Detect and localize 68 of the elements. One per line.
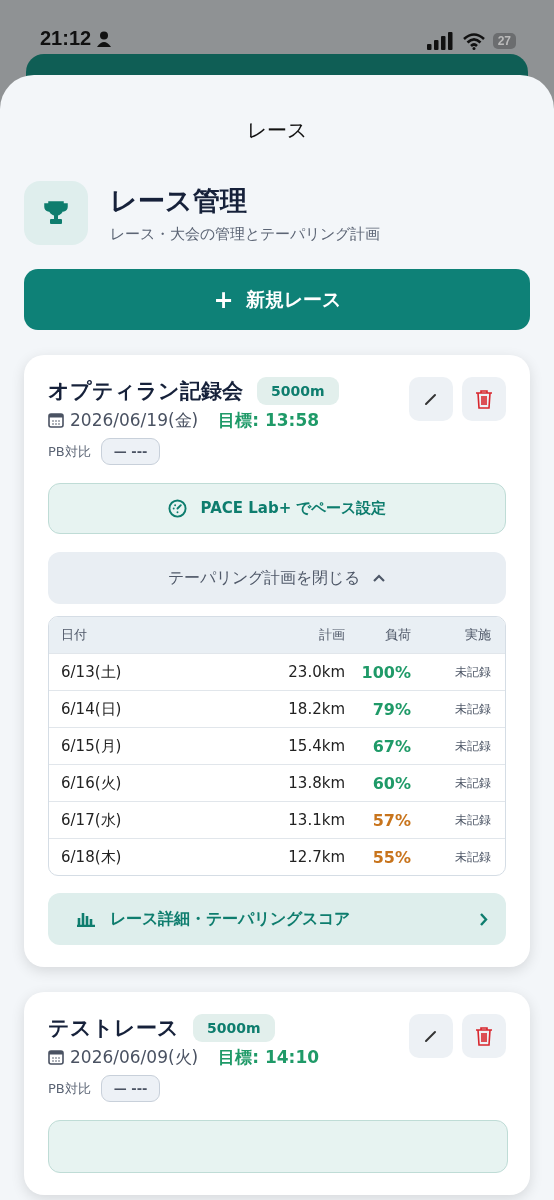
column-header: 負荷 bbox=[384, 626, 411, 644]
table-cell-text: 未記録 bbox=[454, 848, 491, 866]
taper-toggle-button[interactable]: テーパリング計画を閉じる bbox=[48, 552, 506, 604]
race-name: オプティラン記録会 bbox=[48, 378, 243, 405]
table-cell-text: 6/16(火) bbox=[61, 773, 123, 793]
target-time: 目標: 13:58 bbox=[218, 409, 320, 432]
load-percent: 100% bbox=[360, 662, 411, 682]
table-cell-text: 13.1km bbox=[287, 811, 345, 829]
table-cell-text: 未記録 bbox=[454, 663, 491, 681]
edit-button[interactable] bbox=[409, 1014, 453, 1058]
pace-setting-button[interactable]: PACE Lab+ でペース設定 bbox=[48, 483, 506, 534]
table-cell-text: 18.2km bbox=[287, 700, 345, 718]
chevron-up-icon bbox=[372, 573, 386, 583]
column-header: 日付 bbox=[61, 626, 88, 644]
table-cell-text: 23.0km bbox=[287, 663, 345, 681]
race-name: テストレース bbox=[48, 1015, 179, 1042]
target-time: 目標: 14:10 bbox=[218, 1046, 320, 1069]
race-date: 2026/06/09(火) bbox=[70, 1046, 199, 1069]
table-cell-text: 6/15(月) bbox=[61, 736, 123, 756]
load-percent: 60% bbox=[371, 773, 411, 793]
pb-label: PB対比 bbox=[48, 1079, 91, 1098]
speedometer-icon bbox=[167, 499, 187, 518]
sheet-title: レース bbox=[246, 117, 308, 144]
load-percent: 55% bbox=[371, 847, 411, 867]
table-cell-text: 6/13(土) bbox=[61, 662, 123, 682]
bar-chart-icon bbox=[76, 911, 96, 927]
table-cell-text: 未記録 bbox=[454, 811, 491, 829]
new-race-button[interactable]: + 新規レース bbox=[24, 269, 530, 330]
status-time: 21:12 bbox=[40, 27, 92, 50]
pb-label: PB対比 bbox=[48, 442, 91, 461]
trophy-icon bbox=[24, 181, 88, 245]
pb-comparison: — --- bbox=[100, 1075, 161, 1102]
column-header: 計画 bbox=[318, 626, 345, 644]
person-icon bbox=[97, 30, 112, 47]
calendar-icon bbox=[48, 413, 64, 428]
table-cell-text: 6/17(水) bbox=[61, 810, 123, 830]
chevron-right-icon bbox=[479, 911, 488, 927]
pb-comparison: — --- bbox=[100, 438, 161, 465]
table-cell-text: 6/14(日) bbox=[61, 699, 123, 719]
pace-setting-button[interactable] bbox=[48, 1120, 508, 1173]
delete-button[interactable] bbox=[462, 377, 506, 421]
pencil-icon bbox=[423, 1028, 439, 1044]
table-cell-text: 未記録 bbox=[454, 737, 491, 755]
distance-tag: 5000m bbox=[257, 377, 339, 405]
table-cell-text: 未記録 bbox=[454, 774, 491, 792]
race-detail-button[interactable]: レース詳細・テーパリングスコア bbox=[48, 893, 506, 945]
column-header: 実施 bbox=[464, 626, 491, 644]
table-cell-text: 6/18(木) bbox=[61, 847, 123, 867]
battery-level: 27 bbox=[492, 33, 516, 49]
table-cell-text: 15.4km bbox=[287, 737, 345, 755]
page-title: レース管理 bbox=[110, 183, 248, 218]
trash-icon bbox=[475, 1026, 493, 1046]
pencil-icon bbox=[423, 391, 439, 407]
delete-button[interactable] bbox=[462, 1014, 506, 1058]
signal-icon bbox=[426, 32, 455, 50]
distance-tag: 5000m bbox=[193, 1014, 275, 1042]
load-percent: 57% bbox=[371, 810, 411, 830]
wifi-icon bbox=[461, 32, 486, 50]
load-percent: 79% bbox=[371, 699, 411, 719]
edit-button[interactable] bbox=[409, 377, 453, 421]
page-subtitle: レース・大会の管理とテーパリング計画 bbox=[110, 224, 380, 244]
table-cell-text: 13.8km bbox=[287, 774, 345, 792]
calendar-icon bbox=[48, 1050, 64, 1065]
table-cell-text: 未記録 bbox=[454, 700, 491, 718]
table-cell-text: 12.7km bbox=[287, 848, 345, 866]
trash-icon bbox=[475, 389, 493, 409]
load-percent: 67% bbox=[371, 736, 411, 756]
race-date: 2026/06/19(金) bbox=[70, 409, 199, 432]
